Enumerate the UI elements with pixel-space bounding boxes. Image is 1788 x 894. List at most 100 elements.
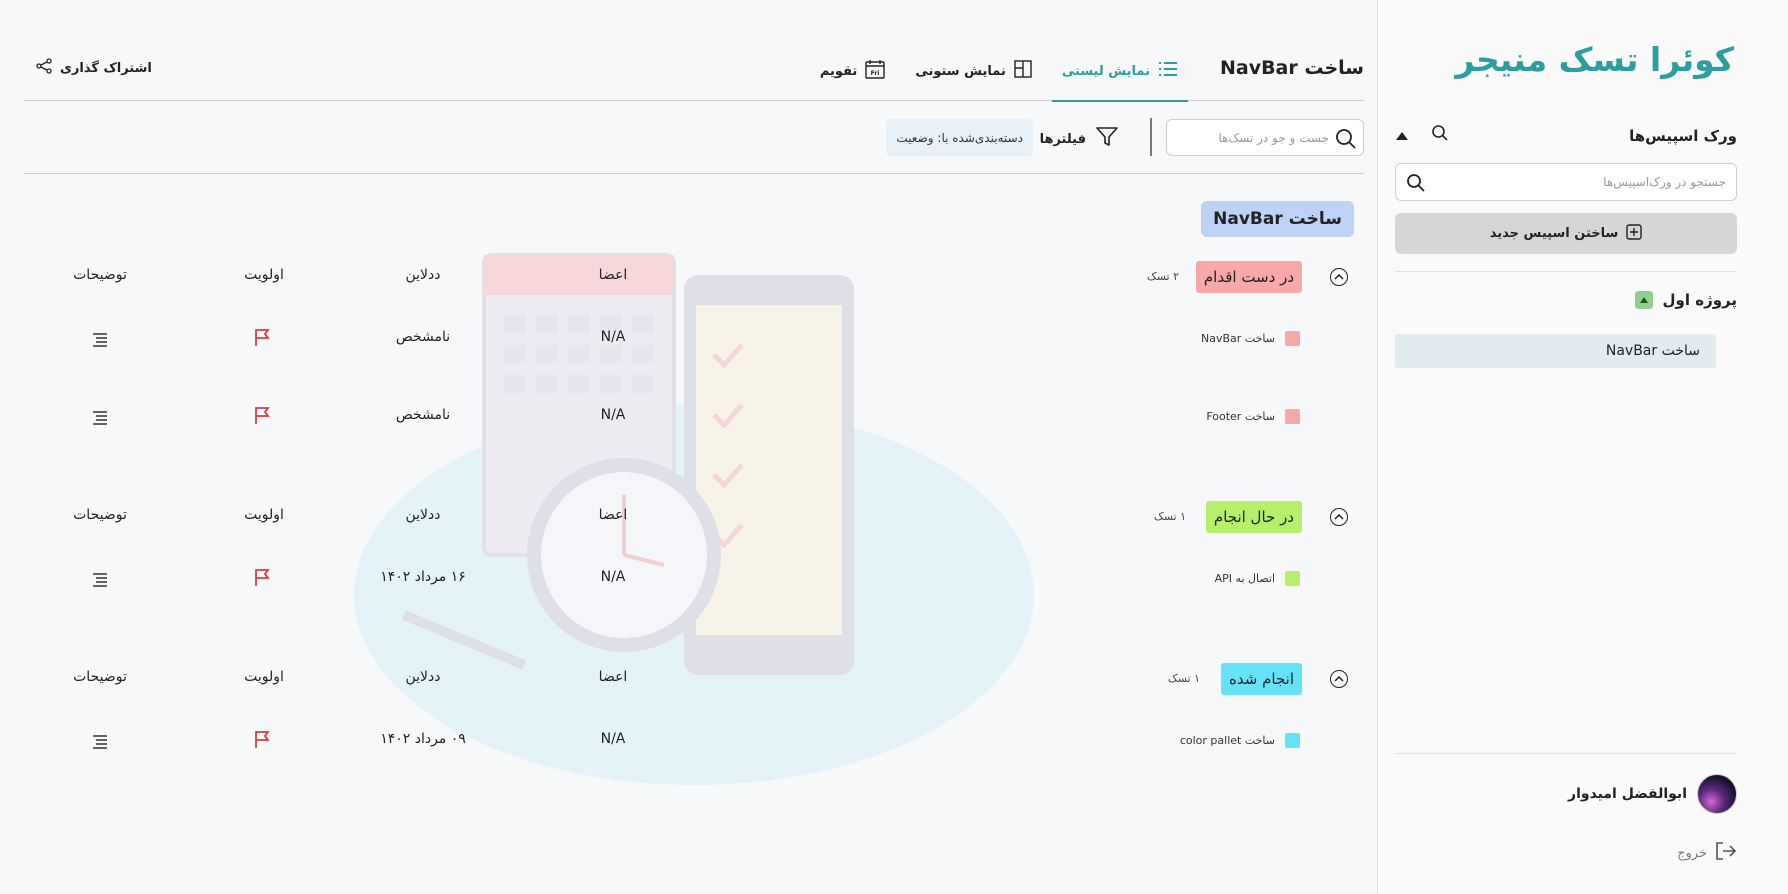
task-name-text: ساخت NavBar — [1201, 332, 1275, 345]
column-header-members: اعضا — [598, 507, 628, 523]
chevron-up-icon[interactable] — [1330, 670, 1348, 688]
deadline-value: ۰۹ مرداد ۱۴۰۲ — [380, 731, 466, 747]
members-value: N/A — [600, 569, 626, 585]
column-header-description: توضیحات — [73, 507, 127, 523]
task-name-text: اتصال به API — [1214, 572, 1275, 585]
filters-label: فیلترها — [1039, 131, 1086, 147]
user-profile[interactable]: ابوالفضل امیدوار — [1568, 774, 1737, 814]
list-title-chip: ساخت NavBar — [1201, 201, 1354, 237]
sidebar: کوئرا تسک منیجر ورک اسپیس‌ها ساختن اسپیس… — [1377, 0, 1788, 894]
tab-list-view[interactable]: نمایش لیستی — [1051, 56, 1189, 102]
group-by-chip[interactable]: دسته‌بندی‌شده با: وضعیت — [886, 119, 1033, 156]
description-icon[interactable] — [92, 572, 108, 591]
main-area: ساخت NavBar نمایش لیستی نمایش ستونی Fri … — [24, 0, 1364, 894]
status-badge: در دست اقدام — [1195, 261, 1302, 293]
column-header-deadline: ددلاین — [405, 669, 441, 685]
logout-label: خروج — [1677, 845, 1707, 861]
columns-icon — [1014, 60, 1032, 82]
workspace-search-input[interactable] — [1434, 175, 1726, 189]
table-row[interactable]: ساخت Footer N/A نامشخص — [24, 405, 1364, 429]
tab-label: نمایش لیستی — [1061, 63, 1150, 79]
share-icon — [36, 58, 52, 78]
chevron-up-icon[interactable] — [1330, 268, 1348, 286]
workspaces-tools — [1395, 124, 1449, 146]
caret-up-icon[interactable] — [1634, 291, 1653, 309]
toolbar-divider — [1150, 118, 1152, 156]
collapse-workspaces-icon[interactable] — [1395, 126, 1409, 145]
task-name[interactable]: اتصال به API — [1215, 571, 1300, 586]
priority-flag-icon[interactable] — [254, 569, 270, 591]
table-row[interactable]: اتصال به API N/A ۱۶ مرداد ۱۴۰۲ — [24, 567, 1364, 591]
table-row[interactable]: ساخت color pallet N/A ۰۹ مرداد ۱۴۰۲ — [24, 729, 1364, 753]
tab-column-view[interactable]: نمایش ستونی — [915, 56, 1032, 86]
task-name-text: ساخت color pallet — [1179, 734, 1275, 747]
status-color-square — [1285, 571, 1300, 586]
task-name-text: ساخت Footer — [1206, 410, 1275, 423]
column-header-description: توضیحات — [73, 669, 127, 685]
task-search-input[interactable] — [1175, 130, 1329, 145]
chevron-up-icon[interactable] — [1330, 508, 1348, 526]
app-brand: کوئرا تسک منیجر — [1455, 40, 1734, 79]
plus-square-icon — [1626, 223, 1642, 244]
user-name: ابوالفضل امیدوار — [1568, 786, 1687, 802]
members-value: N/A — [600, 407, 626, 423]
task-count: ۱ تسک — [1167, 672, 1200, 685]
column-header-description: توضیحات — [73, 267, 127, 283]
status-color-square — [1285, 331, 1300, 346]
column-header-members: اعضا — [598, 267, 628, 283]
logout-button[interactable]: خروج — [1677, 842, 1737, 864]
priority-flag-icon[interactable] — [254, 407, 270, 429]
group-header: در دست اقدام ۲ تسک اعضا ددلاین اولویت تو… — [24, 261, 1364, 293]
filter-icon — [1096, 127, 1118, 151]
workspaces-title: ورک اسپیس‌ها — [1629, 127, 1737, 145]
task-count: ۱ تسک — [1153, 510, 1186, 523]
group-header: در حال انجام ۱ تسک اعضا ددلاین اولویت تو… — [24, 501, 1364, 533]
page-title: ساخت NavBar — [1219, 57, 1364, 79]
sidebar-item-task[interactable]: ساخت NavBar — [1395, 334, 1716, 368]
calendar-icon: Fri — [865, 59, 886, 83]
new-space-button[interactable]: ساختن اسپیس جدید — [1395, 213, 1737, 254]
task-name[interactable]: ساخت color pallet — [1180, 733, 1300, 748]
column-header-priority: اولویت — [244, 507, 284, 523]
column-header-priority: اولویت — [244, 267, 284, 283]
priority-flag-icon[interactable] — [254, 731, 270, 753]
search-workspaces-icon[interactable] — [1431, 124, 1449, 146]
tab-calendar[interactable]: Fri تقویم — [819, 56, 886, 86]
priority-flag-icon[interactable] — [254, 329, 270, 351]
new-space-label: ساختن اسپیس جدید — [1489, 226, 1619, 241]
tab-label: تقویم — [819, 63, 858, 79]
workspace-search-field[interactable] — [1395, 163, 1737, 201]
sidebar-item-project[interactable]: پروژه اول — [1395, 288, 1737, 312]
sidebar-divider — [1395, 753, 1737, 754]
search-icon — [1406, 173, 1426, 197]
logout-icon — [1715, 842, 1737, 864]
calendar-icon-text: Fri — [871, 70, 880, 77]
list-icon — [1158, 61, 1178, 81]
column-header-priority: اولویت — [244, 669, 284, 685]
description-icon[interactable] — [92, 332, 108, 351]
task-name[interactable]: ساخت Footer — [1206, 409, 1300, 424]
toolbar: فیلترها دسته‌بندی‌شده با: وضعیت — [24, 101, 1364, 174]
status-color-square — [1285, 409, 1300, 424]
top-bar: ساخت NavBar نمایش لیستی نمایش ستونی Fri … — [24, 0, 1364, 102]
filters-button[interactable]: فیلترها — [1040, 127, 1118, 151]
task-name[interactable]: ساخت NavBar — [1201, 331, 1300, 346]
members-value: N/A — [600, 731, 626, 747]
share-label: اشتراک گذاری — [60, 60, 152, 76]
group-header: انجام شده ۱ تسک اعضا ددلاین اولویت توضیح… — [24, 663, 1364, 695]
project-label: پروژه اول — [1662, 291, 1737, 309]
status-color-square — [1285, 733, 1300, 748]
deadline-value: ۱۶ مرداد ۱۴۰۲ — [380, 569, 466, 585]
column-header-members: اعضا — [598, 669, 628, 685]
tab-label: نمایش ستونی — [915, 63, 1006, 79]
share-button[interactable]: اشتراک گذاری — [36, 58, 152, 78]
description-icon[interactable] — [92, 734, 108, 753]
status-badge: انجام شده — [1221, 663, 1302, 695]
table-row[interactable]: ساخت NavBar N/A نامشخص — [24, 327, 1364, 351]
members-value: N/A — [600, 329, 626, 345]
description-icon[interactable] — [92, 410, 108, 429]
task-search-field[interactable] — [1166, 119, 1364, 156]
avatar — [1697, 774, 1737, 814]
view-tabs: نمایش لیستی نمایش ستونی Fri تقویم — [819, 56, 1189, 102]
deadline-value: نامشخص — [395, 407, 451, 423]
